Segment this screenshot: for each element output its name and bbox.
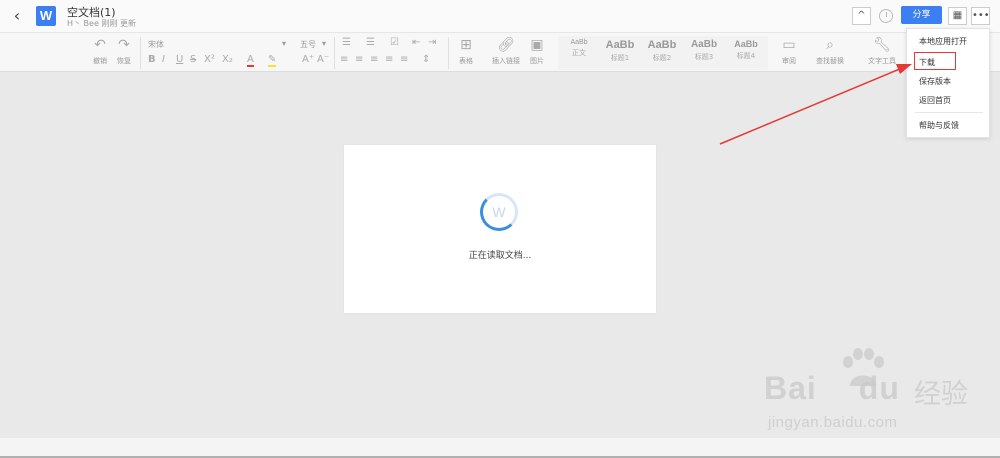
undo-icon: ↶ — [94, 37, 106, 53]
font-size-select[interactable]: 五号 — [300, 39, 316, 50]
watermark-jingyan-text: 经验 — [914, 379, 968, 410]
image-label: 图片 — [530, 57, 544, 65]
search-icon: ⌕ — [826, 37, 834, 53]
doc-subtitle: H丶 Bee 刚刚 更新 — [67, 19, 136, 28]
outdent-icon[interactable]: ⇤ — [412, 37, 420, 48]
highlighter-icon: ✎ — [268, 54, 277, 65]
image-button[interactable]: ▣ 图片 — [526, 37, 548, 66]
more-dropdown-menu: 本地应用打开 下载 保存版本 返回首页 帮助与反馈 — [906, 28, 990, 138]
baidu-watermark: Bai du 经验 jingyan.baidu.com — [764, 346, 994, 438]
insert-link-label: 插入链接 — [492, 57, 520, 65]
underline-button[interactable]: U — [176, 54, 183, 65]
style-preview: AaBb — [570, 39, 588, 46]
document-loading-card: W 正在读取文档... — [344, 145, 656, 313]
style-label: 标题1 — [610, 54, 630, 62]
align-distributed-icon[interactable]: ≡ — [400, 54, 408, 65]
review-label: 审阅 — [782, 57, 796, 65]
style-heading-3[interactable]: AaBb 标题3 — [686, 39, 722, 62]
redo-button[interactable]: ↷ 恢复 — [112, 37, 136, 66]
font-color-button[interactable]: A — [247, 54, 254, 67]
table-label: 表格 — [459, 57, 473, 65]
text-tools-button[interactable]: 🔧︎ 文字工具 — [860, 37, 904, 66]
table-button[interactable]: ⊞ 表格 — [452, 37, 480, 66]
spinner-logo: W — [492, 204, 506, 220]
style-label: 标题4 — [736, 52, 756, 60]
more-dots-icon: ••• — [972, 10, 990, 21]
qr-code-button[interactable]: ▦ — [948, 7, 967, 25]
font-size-chevron-icon[interactable]: ▾ — [322, 39, 326, 48]
find-replace-button[interactable]: ⌕ 查找替换 — [808, 37, 852, 66]
style-label: 标题3 — [694, 53, 714, 61]
superscript-button[interactable]: X² — [204, 54, 215, 65]
top-bar: ‹ W 空文档(1) H丶 Bee 刚刚 更新 ^ 分享 ▦ ••• — [0, 0, 1000, 32]
style-heading-4[interactable]: AaBb 标题4 — [728, 39, 764, 61]
task-list-icon[interactable]: ☑ — [390, 37, 399, 48]
toolbar-divider — [334, 37, 335, 69]
bold-button[interactable]: B — [148, 54, 156, 65]
highlight-color-button[interactable]: ✎ — [268, 54, 277, 67]
menu-item-home[interactable]: 返回首页 — [919, 95, 951, 106]
style-heading-1[interactable]: AaBb 标题1 — [602, 39, 638, 63]
menu-divider — [915, 112, 983, 113]
link-icon: 🔗︎ — [497, 37, 515, 53]
download-highlight-box — [914, 52, 956, 70]
review-button[interactable]: ▭ 审阅 — [776, 37, 802, 66]
back-arrow-icon[interactable]: ‹ — [8, 7, 26, 25]
increase-font-icon[interactable]: A⁺ — [302, 54, 314, 65]
redo-label: 恢复 — [117, 57, 131, 65]
line-spacing-icon[interactable]: ⇕ — [422, 54, 430, 65]
style-gallery: AaBb 正文 AaBb 标题1 AaBb 标题2 AaBb 标题3 AaBb … — [558, 36, 768, 70]
style-heading-2[interactable]: AaBb 标题2 — [644, 39, 680, 63]
decrease-font-icon[interactable]: A⁻ — [317, 54, 329, 65]
insert-link-button[interactable]: 🔗︎ 插入链接 — [486, 37, 526, 66]
italic-button[interactable]: I — [162, 54, 165, 65]
status-strip — [0, 438, 1000, 458]
style-preview: AaBb — [647, 39, 677, 51]
redo-icon: ↷ — [118, 37, 130, 53]
review-comment-icon: ▭ — [782, 37, 796, 53]
font-name-chevron-icon[interactable]: ▾ — [282, 39, 286, 48]
image-icon: ▣ — [530, 37, 544, 53]
style-preview: AaBb — [690, 39, 718, 50]
undo-label: 撤销 — [93, 57, 107, 65]
subscript-button[interactable]: X₂ — [222, 54, 233, 65]
bullet-list-icon[interactable]: ☰ — [342, 37, 351, 48]
undo-button[interactable]: ↶ 撤销 — [88, 37, 112, 66]
menu-item-help[interactable]: 帮助与反馈 — [919, 120, 959, 131]
qr-code-icon: ▦ — [952, 10, 963, 21]
style-label: 正文 — [572, 49, 586, 57]
toolbar-divider — [140, 37, 141, 69]
font-name-select[interactable]: 宋体 — [148, 39, 164, 50]
toolbar-divider — [448, 37, 449, 69]
indent-icon[interactable]: ⇥ — [428, 37, 436, 48]
strikethrough-button[interactable]: S — [190, 54, 196, 65]
chevron-up-icon: ^ — [857, 10, 866, 21]
watermark-baidu-text: Bai du — [764, 370, 900, 406]
collapse-toolbar-button[interactable]: ^ — [852, 7, 871, 25]
watermark-url: jingyan.baidu.com — [768, 414, 898, 431]
numbered-list-icon[interactable]: ☰ — [366, 37, 375, 48]
wps-logo-icon: W — [36, 6, 56, 26]
more-menu-button[interactable]: ••• — [971, 7, 990, 25]
menu-item-save-version[interactable]: 保存版本 — [919, 76, 951, 87]
align-right-icon[interactable]: ≡ — [370, 54, 378, 65]
text-tools-label: 文字工具 — [868, 57, 896, 65]
style-normal[interactable]: AaBb 正文 — [564, 39, 594, 58]
editor-toolbar: ↶ 撤销 ↷ 恢复 宋体 ▾ B I U S X² X₂ A ✎ 五号 ▾ A⁺… — [0, 32, 1000, 72]
align-center-icon[interactable]: ≡ — [355, 54, 363, 65]
table-icon: ⊞ — [460, 37, 472, 53]
style-label: 标题2 — [652, 54, 672, 62]
find-replace-label: 查找替换 — [816, 57, 844, 65]
wrench-icon: 🔧︎ — [873, 37, 891, 53]
style-preview: AaBb — [605, 39, 635, 51]
style-preview: AaBb — [734, 39, 758, 49]
align-justify-icon[interactable]: ≡ — [385, 54, 393, 65]
menu-item-open-local[interactable]: 本地应用打开 — [919, 36, 967, 47]
history-clock-icon[interactable] — [879, 9, 893, 23]
loading-text: 正在读取文档... — [468, 251, 532, 261]
align-left-icon[interactable]: ≡ — [340, 54, 348, 65]
share-button[interactable]: 分享 — [901, 6, 942, 24]
